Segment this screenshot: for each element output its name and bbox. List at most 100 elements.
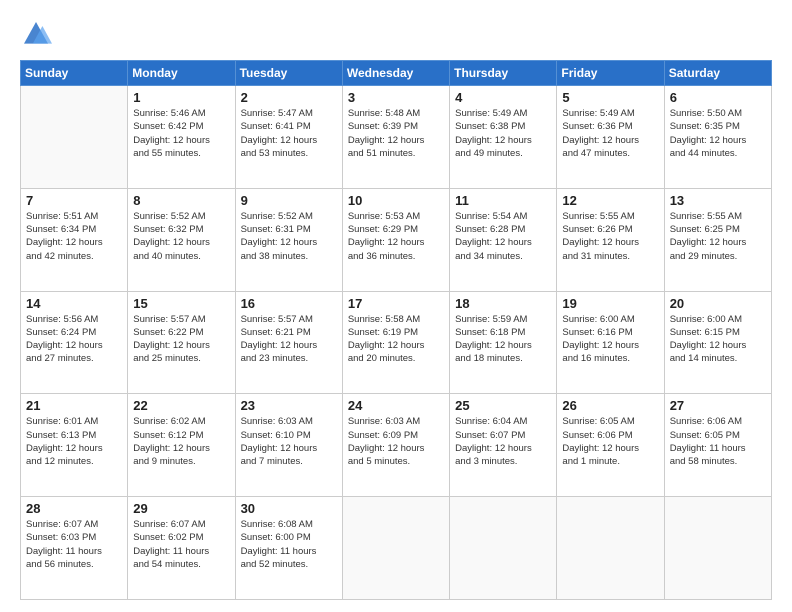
day-info: Sunrise: 5:50 AM Sunset: 6:35 PM Dayligh… — [670, 107, 766, 160]
day-info: Sunrise: 6:03 AM Sunset: 6:10 PM Dayligh… — [241, 415, 337, 468]
day-info: Sunrise: 6:06 AM Sunset: 6:05 PM Dayligh… — [670, 415, 766, 468]
day-number: 9 — [241, 193, 337, 208]
day-number: 6 — [670, 90, 766, 105]
day-number: 7 — [26, 193, 122, 208]
day-info: Sunrise: 6:02 AM Sunset: 6:12 PM Dayligh… — [133, 415, 229, 468]
calendar-cell — [664, 497, 771, 600]
day-number: 29 — [133, 501, 229, 516]
day-number: 21 — [26, 398, 122, 413]
day-number: 30 — [241, 501, 337, 516]
day-info: Sunrise: 6:00 AM Sunset: 6:16 PM Dayligh… — [562, 313, 658, 366]
calendar-cell: 21Sunrise: 6:01 AM Sunset: 6:13 PM Dayli… — [21, 394, 128, 497]
weekday-header-wednesday: Wednesday — [342, 61, 449, 86]
day-info: Sunrise: 5:58 AM Sunset: 6:19 PM Dayligh… — [348, 313, 444, 366]
calendar-cell: 24Sunrise: 6:03 AM Sunset: 6:09 PM Dayli… — [342, 394, 449, 497]
calendar-cell: 16Sunrise: 5:57 AM Sunset: 6:21 PM Dayli… — [235, 291, 342, 394]
calendar-cell: 9Sunrise: 5:52 AM Sunset: 6:31 PM Daylig… — [235, 188, 342, 291]
calendar-cell: 14 Sunrise: 5:56 AM Sunset: 6:24 PM Dayli… — [21, 291, 128, 394]
calendar-cell: 13 Sunrise: 5:55 AM Sunset: 6:25 PM Dayli… — [664, 188, 771, 291]
day-number: 26 — [562, 398, 658, 413]
weekday-header-thursday: Thursday — [450, 61, 557, 86]
weekday-header-sunday: Sunday — [21, 61, 128, 86]
calendar-cell: 29 Sunrise: 6:07 AM Sunset: 6:02 PM Dayli… — [128, 497, 235, 600]
calendar-cell: 8 Sunrise: 5:52 AM Sunset: 6:32 PM Daylig… — [128, 188, 235, 291]
calendar-cell: 4 Sunrise: 5:49 AM Sunset: 6:38 PM Daylig… — [450, 86, 557, 189]
day-number: 3 — [348, 90, 444, 105]
day-number: 10 — [348, 193, 444, 208]
day-number: 13 — [670, 193, 766, 208]
calendar-cell: 6 Sunrise: 5:50 AM Sunset: 6:35 PM Daylig… — [664, 86, 771, 189]
day-info: Sunrise: 5:55 AM Sunset: 6:26 PM Dayligh… — [562, 210, 658, 263]
calendar-cell: 19 Sunrise: 6:00 AM Sunset: 6:16 PM Dayli… — [557, 291, 664, 394]
week-row-2: 7 Sunrise: 5:51 AM Sunset: 6:34 PM Daylig… — [21, 188, 772, 291]
calendar-cell: 3 Sunrise: 5:48 AM Sunset: 6:39 PM Daylig… — [342, 86, 449, 189]
day-number: 18 — [455, 296, 551, 311]
day-number: 5 — [562, 90, 658, 105]
day-info: Sunrise: 6:08 AM Sunset: 6:00 PM Dayligh… — [241, 518, 337, 571]
day-number: 19 — [562, 296, 658, 311]
day-info: Sunrise: 5:51 AM Sunset: 6:34 PM Dayligh… — [26, 210, 122, 263]
calendar-cell — [557, 497, 664, 600]
day-info: Sunrise: 6:07 AM Sunset: 6:02 PM Dayligh… — [133, 518, 229, 571]
weekday-header-row: SundayMondayTuesdayWednesdayThursdayFrid… — [21, 61, 772, 86]
day-number: 12 — [562, 193, 658, 208]
calendar-cell — [342, 497, 449, 600]
day-number: 15 — [133, 296, 229, 311]
calendar-cell: 10 Sunrise: 5:53 AM Sunset: 6:29 PM Dayli… — [342, 188, 449, 291]
week-row-3: 14 Sunrise: 5:56 AM Sunset: 6:24 PM Dayli… — [21, 291, 772, 394]
calendar-cell: 20 Sunrise: 6:00 AM Sunset: 6:15 PM Dayli… — [664, 291, 771, 394]
week-row-5: 28Sunrise: 6:07 AM Sunset: 6:03 PM Dayli… — [21, 497, 772, 600]
header — [20, 18, 772, 50]
week-row-1: 1Sunrise: 5:46 AM Sunset: 6:42 PM Daylig… — [21, 86, 772, 189]
day-info: Sunrise: 5:56 AM Sunset: 6:24 PM Dayligh… — [26, 313, 122, 366]
calendar-page: SundayMondayTuesdayWednesdayThursdayFrid… — [0, 0, 792, 612]
day-info: Sunrise: 5:54 AM Sunset: 6:28 PM Dayligh… — [455, 210, 551, 263]
day-number: 22 — [133, 398, 229, 413]
day-info: Sunrise: 6:05 AM Sunset: 6:06 PM Dayligh… — [562, 415, 658, 468]
calendar-cell: 15 Sunrise: 5:57 AM Sunset: 6:22 PM Dayli… — [128, 291, 235, 394]
day-info: Sunrise: 5:52 AM Sunset: 6:32 PM Dayligh… — [133, 210, 229, 263]
day-number: 25 — [455, 398, 551, 413]
calendar-cell: 28Sunrise: 6:07 AM Sunset: 6:03 PM Dayli… — [21, 497, 128, 600]
logo — [20, 18, 58, 50]
day-number: 2 — [241, 90, 337, 105]
calendar-cell: 23 Sunrise: 6:03 AM Sunset: 6:10 PM Dayli… — [235, 394, 342, 497]
calendar-cell — [21, 86, 128, 189]
calendar-cell — [450, 497, 557, 600]
day-info: Sunrise: 6:07 AM Sunset: 6:03 PM Dayligh… — [26, 518, 122, 571]
day-info: Sunrise: 5:59 AM Sunset: 6:18 PM Dayligh… — [455, 313, 551, 366]
calendar-cell: 5 Sunrise: 5:49 AM Sunset: 6:36 PM Daylig… — [557, 86, 664, 189]
weekday-header-monday: Monday — [128, 61, 235, 86]
day-info: Sunrise: 5:55 AM Sunset: 6:25 PM Dayligh… — [670, 210, 766, 263]
weekday-header-tuesday: Tuesday — [235, 61, 342, 86]
day-info: Sunrise: 6:03 AM Sunset: 6:09 PM Dayligh… — [348, 415, 444, 468]
calendar-cell: 25 Sunrise: 6:04 AM Sunset: 6:07 PM Dayli… — [450, 394, 557, 497]
day-info: Sunrise: 5:49 AM Sunset: 6:38 PM Dayligh… — [455, 107, 551, 160]
calendar-table: SundayMondayTuesdayWednesdayThursdayFrid… — [20, 60, 772, 600]
week-row-4: 21Sunrise: 6:01 AM Sunset: 6:13 PM Dayli… — [21, 394, 772, 497]
day-info: Sunrise: 5:53 AM Sunset: 6:29 PM Dayligh… — [348, 210, 444, 263]
calendar-cell: 22 Sunrise: 6:02 AM Sunset: 6:12 PM Dayli… — [128, 394, 235, 497]
day-info: Sunrise: 5:57 AM Sunset: 6:21 PM Dayligh… — [241, 313, 337, 366]
calendar-cell: 26 Sunrise: 6:05 AM Sunset: 6:06 PM Dayli… — [557, 394, 664, 497]
day-number: 20 — [670, 296, 766, 311]
day-info: Sunrise: 6:04 AM Sunset: 6:07 PM Dayligh… — [455, 415, 551, 468]
day-info: Sunrise: 5:48 AM Sunset: 6:39 PM Dayligh… — [348, 107, 444, 160]
day-number: 4 — [455, 90, 551, 105]
day-number: 8 — [133, 193, 229, 208]
logo-icon — [20, 18, 52, 50]
day-info: Sunrise: 5:49 AM Sunset: 6:36 PM Dayligh… — [562, 107, 658, 160]
calendar-cell: 30 Sunrise: 6:08 AM Sunset: 6:00 PM Dayli… — [235, 497, 342, 600]
day-number: 1 — [133, 90, 229, 105]
calendar-cell: 18 Sunrise: 5:59 AM Sunset: 6:18 PM Dayli… — [450, 291, 557, 394]
day-info: Sunrise: 5:47 AM Sunset: 6:41 PM Dayligh… — [241, 107, 337, 160]
calendar-cell: 7 Sunrise: 5:51 AM Sunset: 6:34 PM Daylig… — [21, 188, 128, 291]
day-number: 17 — [348, 296, 444, 311]
day-info: Sunrise: 6:00 AM Sunset: 6:15 PM Dayligh… — [670, 313, 766, 366]
day-number: 14 — [26, 296, 122, 311]
day-info: Sunrise: 5:57 AM Sunset: 6:22 PM Dayligh… — [133, 313, 229, 366]
weekday-header-friday: Friday — [557, 61, 664, 86]
day-number: 23 — [241, 398, 337, 413]
calendar-cell: 12 Sunrise: 5:55 AM Sunset: 6:26 PM Dayli… — [557, 188, 664, 291]
calendar-cell: 27Sunrise: 6:06 AM Sunset: 6:05 PM Dayli… — [664, 394, 771, 497]
